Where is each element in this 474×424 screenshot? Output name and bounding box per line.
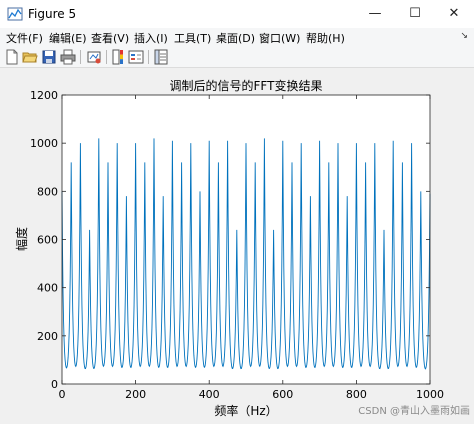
y-axis-label: 幅度 — [14, 227, 29, 251]
x-axis-label: 频率（Hz） — [214, 403, 277, 418]
y-tick-label: 600 — [37, 234, 58, 247]
figure-canvas: 调制后的信号的FFT变换结果 0 200 400 600 800 1000 0 200 400 6… — [0, 68, 474, 421]
menu-overflow-icon[interactable]: ↘ — [460, 31, 468, 41]
x-tick-label: 200 — [125, 388, 146, 401]
print-icon[interactable] — [60, 49, 76, 65]
y-tick-label: 200 — [37, 330, 58, 343]
y-tick-label: 1200 — [30, 89, 58, 102]
menu-bar: 文件(F) 编辑(E) 查看(V) 插入(I) 工具(T) 桌面(D) 窗口(W… — [0, 28, 474, 47]
x-tick-label: 0 — [59, 388, 66, 401]
menu-tools[interactable]: 工具(T) — [174, 30, 211, 46]
menu-desktop[interactable]: 桌面(D) — [216, 30, 255, 46]
new-figure-icon[interactable] — [4, 49, 20, 65]
y-tick-label: 0 — [51, 378, 58, 391]
menu-edit[interactable]: 编辑(E) — [49, 30, 87, 46]
menu-insert[interactable]: 插入(I) — [134, 30, 168, 46]
open-file-icon[interactable] — [22, 49, 38, 65]
menu-view[interactable]: 查看(V) — [91, 30, 129, 46]
x-tick-label: 400 — [199, 388, 220, 401]
y-tick-label: 400 — [37, 282, 58, 295]
window-title: Figure 5 — [28, 7, 77, 21]
toolbar-separator — [148, 50, 149, 64]
y-tick-label: 800 — [37, 185, 58, 198]
link-plot-icon[interactable] — [86, 49, 102, 65]
fft-plot[interactable]: 调制后的信号的FFT变换结果 0 200 400 600 800 1000 0 200 400 6… — [0, 68, 474, 421]
close-button[interactable]: ✕ — [434, 0, 474, 28]
toolbar-separator — [80, 50, 81, 64]
x-tick-label: 600 — [272, 388, 293, 401]
csdn-watermark: CSDN @青山入墨雨如画 — [358, 404, 470, 417]
matlab-figure-icon — [7, 7, 23, 21]
legend-icon[interactable] — [128, 49, 144, 65]
menu-help[interactable]: 帮助(H) — [306, 30, 345, 46]
menu-file[interactable]: 文件(F) — [6, 30, 43, 46]
menu-window[interactable]: 窗口(W) — [259, 30, 300, 46]
colorbar-icon[interactable] — [110, 49, 126, 65]
chart-title: 调制后的信号的FFT变换结果 — [170, 78, 323, 93]
maximize-button[interactable]: ☐ — [395, 0, 435, 28]
x-tick-label: 1000 — [416, 388, 444, 401]
x-tick-label: 800 — [346, 388, 367, 401]
figure-toolbar — [0, 47, 474, 68]
save-icon[interactable] — [41, 49, 57, 65]
minimize-button[interactable]: — — [355, 0, 395, 28]
property-inspector-icon[interactable] — [153, 49, 169, 65]
window-titlebar: Figure 5 — ☐ ✕ — [0, 0, 474, 29]
plot-area — [62, 95, 430, 384]
toolbar-separator — [106, 50, 107, 64]
y-tick-label: 1000 — [30, 137, 58, 150]
